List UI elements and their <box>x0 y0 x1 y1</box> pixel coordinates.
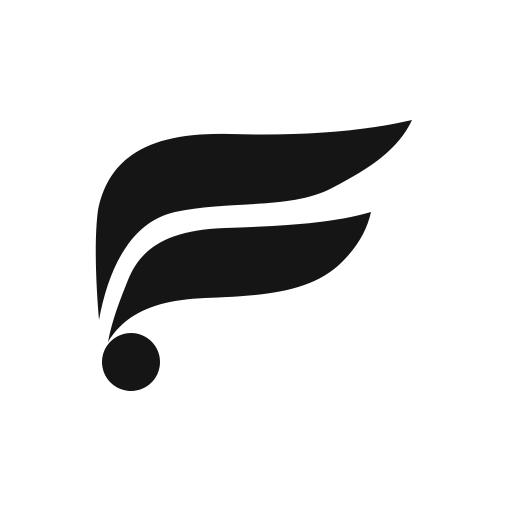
app-icon-canvas <box>0 0 512 512</box>
logo-dot <box>102 333 160 391</box>
stylized-f-wing-logo-icon <box>95 120 412 391</box>
logo-lower-wing <box>108 212 371 342</box>
